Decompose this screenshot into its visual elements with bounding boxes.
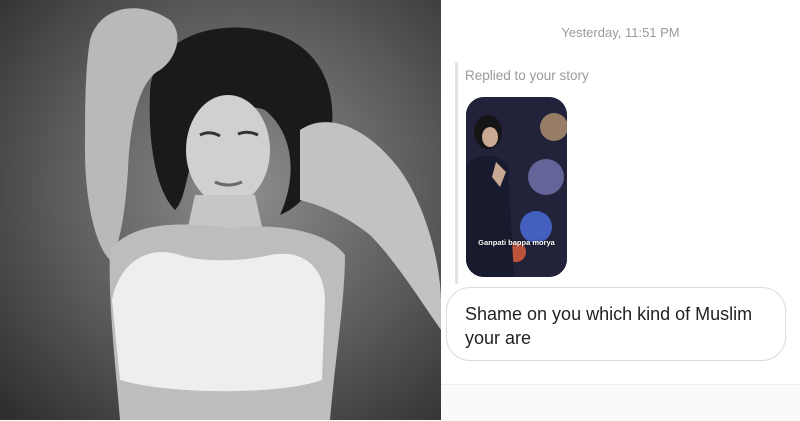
story-reply-label: Replied to your story (465, 68, 589, 83)
portrait-photo (0, 0, 441, 420)
composer-area (441, 384, 800, 421)
message-timestamp: Yesterday, 11:51 PM (561, 25, 680, 40)
story-caption: Ganpati bappa morya (478, 238, 555, 247)
direct-message-thread: Yesterday, 11:51 PM Replied to your stor… (441, 0, 800, 421)
reply-indicator-bar (455, 62, 458, 284)
story-thumbnail[interactable]: Ganpati bappa morya (466, 97, 567, 277)
message-bubble[interactable]: Shame on you which kind of Muslim your a… (446, 287, 786, 361)
